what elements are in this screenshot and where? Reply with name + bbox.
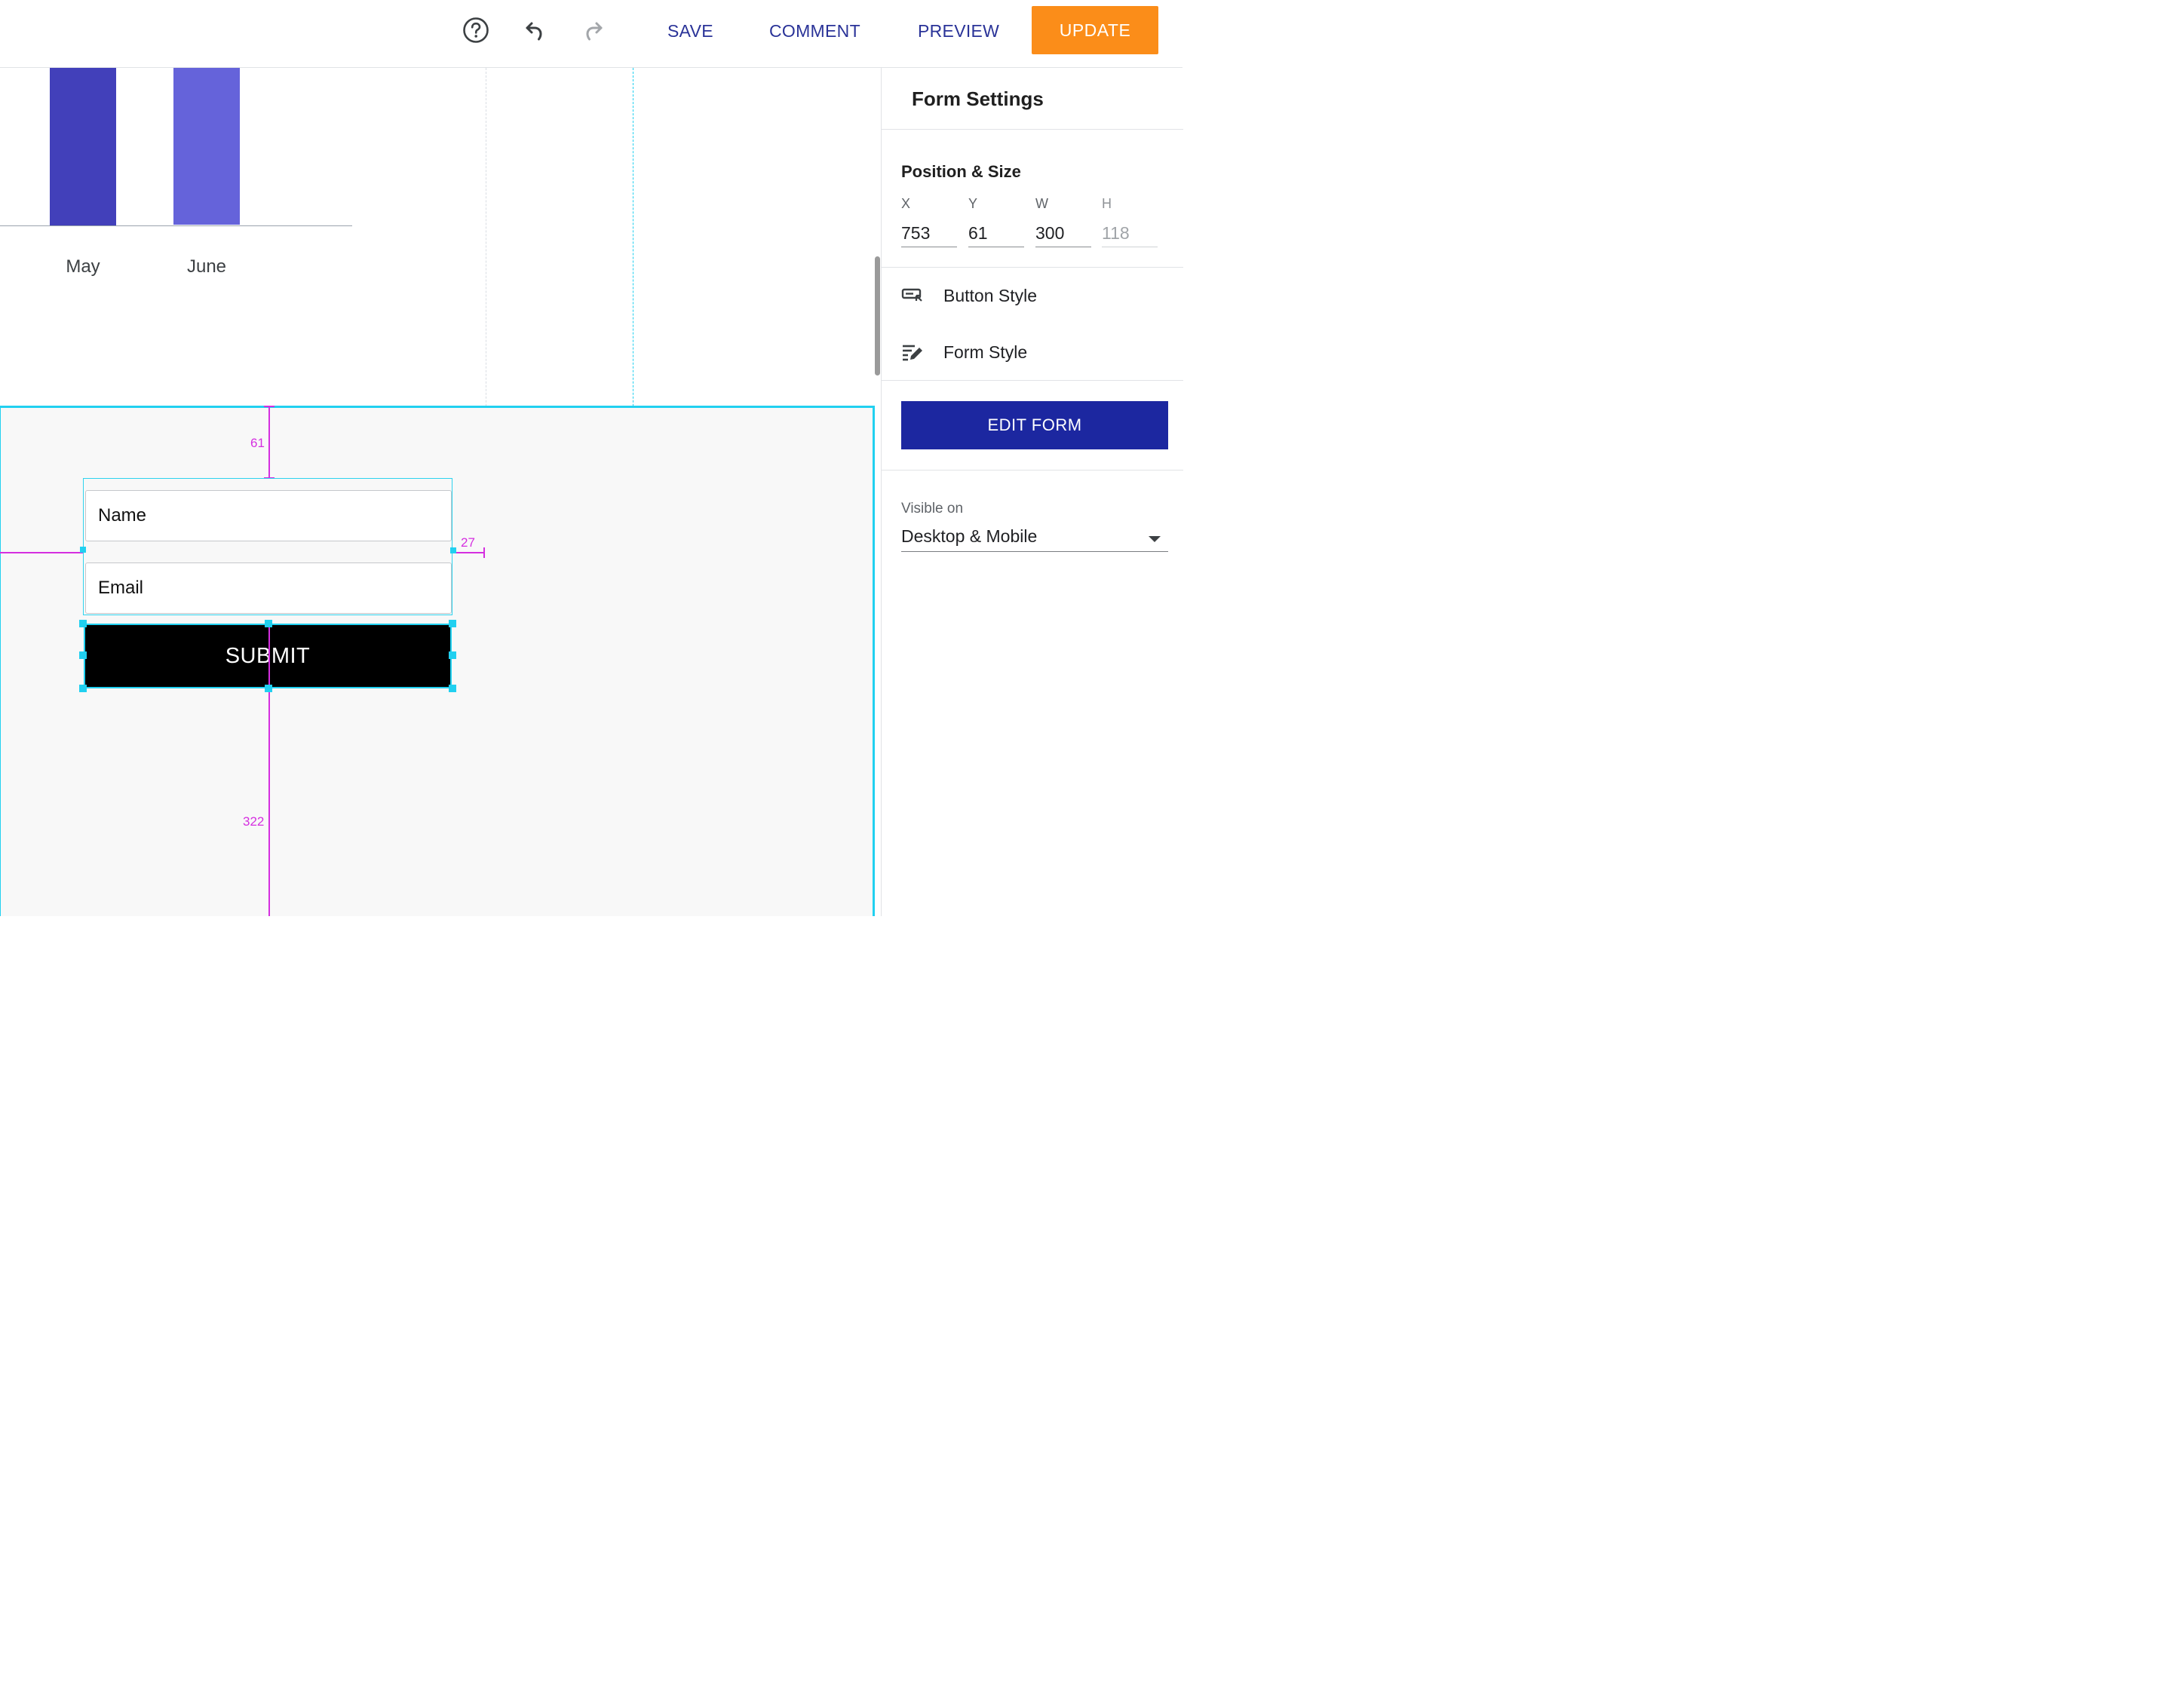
bottom-distance-guide: [268, 624, 270, 916]
right-distance-label: 27: [461, 535, 475, 550]
save-button[interactable]: SAVE: [667, 20, 713, 42]
preview-button[interactable]: PREVIEW: [918, 20, 999, 42]
y-control[interactable]: Y 61: [968, 196, 1024, 247]
y-input[interactable]: 61: [968, 222, 1024, 247]
form-anchor-handle[interactable]: [450, 547, 456, 553]
divider: [882, 129, 1183, 130]
bar-may: [50, 68, 116, 226]
name-field-label: Name: [98, 505, 147, 526]
help-icon[interactable]: [461, 15, 491, 45]
x-control[interactable]: X 753: [901, 196, 957, 247]
visible-on-select[interactable]: Desktop & Mobile: [901, 522, 1168, 552]
button-style-icon: [901, 286, 924, 305]
resize-handle-top-left[interactable]: [79, 620, 87, 627]
email-field[interactable]: Email: [85, 562, 452, 614]
undo-icon[interactable]: [520, 15, 550, 45]
edit-form-button[interactable]: EDIT FORM: [901, 401, 1168, 449]
visible-on-value: Desktop & Mobile: [901, 526, 1038, 546]
w-label: W: [1035, 196, 1048, 211]
editor-canvas[interactable]: May June 61 27 Name Email SUBMIT 322: [0, 68, 881, 916]
top-toolbar: SAVE COMMENT PREVIEW UPDATE: [0, 0, 1182, 68]
form-style-item[interactable]: Form Style: [901, 337, 1173, 367]
resize-handle-bottom-left[interactable]: [79, 685, 87, 692]
w-control[interactable]: W 300: [1035, 196, 1091, 247]
chart-x-axis: [0, 225, 352, 226]
comment-button[interactable]: COMMENT: [769, 20, 860, 42]
resize-handle-left[interactable]: [79, 651, 87, 659]
position-size-heading: Position & Size: [901, 162, 1021, 181]
x-tick-label: June: [186, 256, 227, 277]
resize-handle-bottom[interactable]: [265, 685, 272, 692]
canvas-scrollbar[interactable]: [875, 256, 880, 375]
visible-on-label: Visible on: [901, 501, 964, 516]
panel-title: Form Settings: [912, 87, 1044, 110]
divider: [882, 267, 1183, 268]
h-input: 118: [1102, 222, 1158, 247]
form-anchor-handle[interactable]: [80, 547, 86, 553]
form-style-icon: [901, 342, 924, 362]
divider: [882, 380, 1183, 381]
top-distance-label: 61: [250, 436, 265, 450]
name-field[interactable]: Name: [85, 490, 452, 541]
guide-cap: [264, 406, 275, 407]
update-button[interactable]: UPDATE: [1032, 6, 1158, 54]
button-style-item[interactable]: Button Style: [901, 280, 1173, 311]
x-input[interactable]: 753: [901, 222, 957, 247]
form-style-label: Form Style: [943, 342, 1028, 362]
left-distance-guide: [0, 552, 84, 553]
settings-panel: Form Settings Position & Size X 753 Y 61…: [881, 68, 1183, 916]
divider: [882, 470, 1183, 471]
resize-handle-right[interactable]: [449, 651, 456, 659]
bar-june: [173, 68, 240, 225]
right-distance-guide: [452, 552, 484, 553]
resize-handle-bottom-right[interactable]: [449, 685, 456, 692]
y-label: Y: [968, 196, 978, 211]
h-label: H: [1102, 196, 1112, 211]
guide-cap: [483, 547, 485, 558]
submit-button-label: SUBMIT: [225, 643, 311, 668]
button-style-label: Button Style: [943, 285, 1038, 305]
email-field-label: Email: [98, 578, 144, 598]
submit-button[interactable]: SUBMIT: [84, 624, 452, 688]
w-input[interactable]: 300: [1035, 222, 1091, 247]
resize-handle-top[interactable]: [265, 620, 272, 627]
x-tick-label: May: [66, 256, 100, 277]
h-control: H 118: [1102, 196, 1158, 247]
top-distance-guide: [268, 406, 270, 478]
resize-handle-top-right[interactable]: [449, 620, 456, 627]
redo-icon[interactable]: [578, 15, 609, 45]
chevron-down-icon: [1149, 535, 1161, 542]
bottom-distance-label: 322: [243, 814, 265, 829]
x-label: X: [901, 196, 911, 211]
